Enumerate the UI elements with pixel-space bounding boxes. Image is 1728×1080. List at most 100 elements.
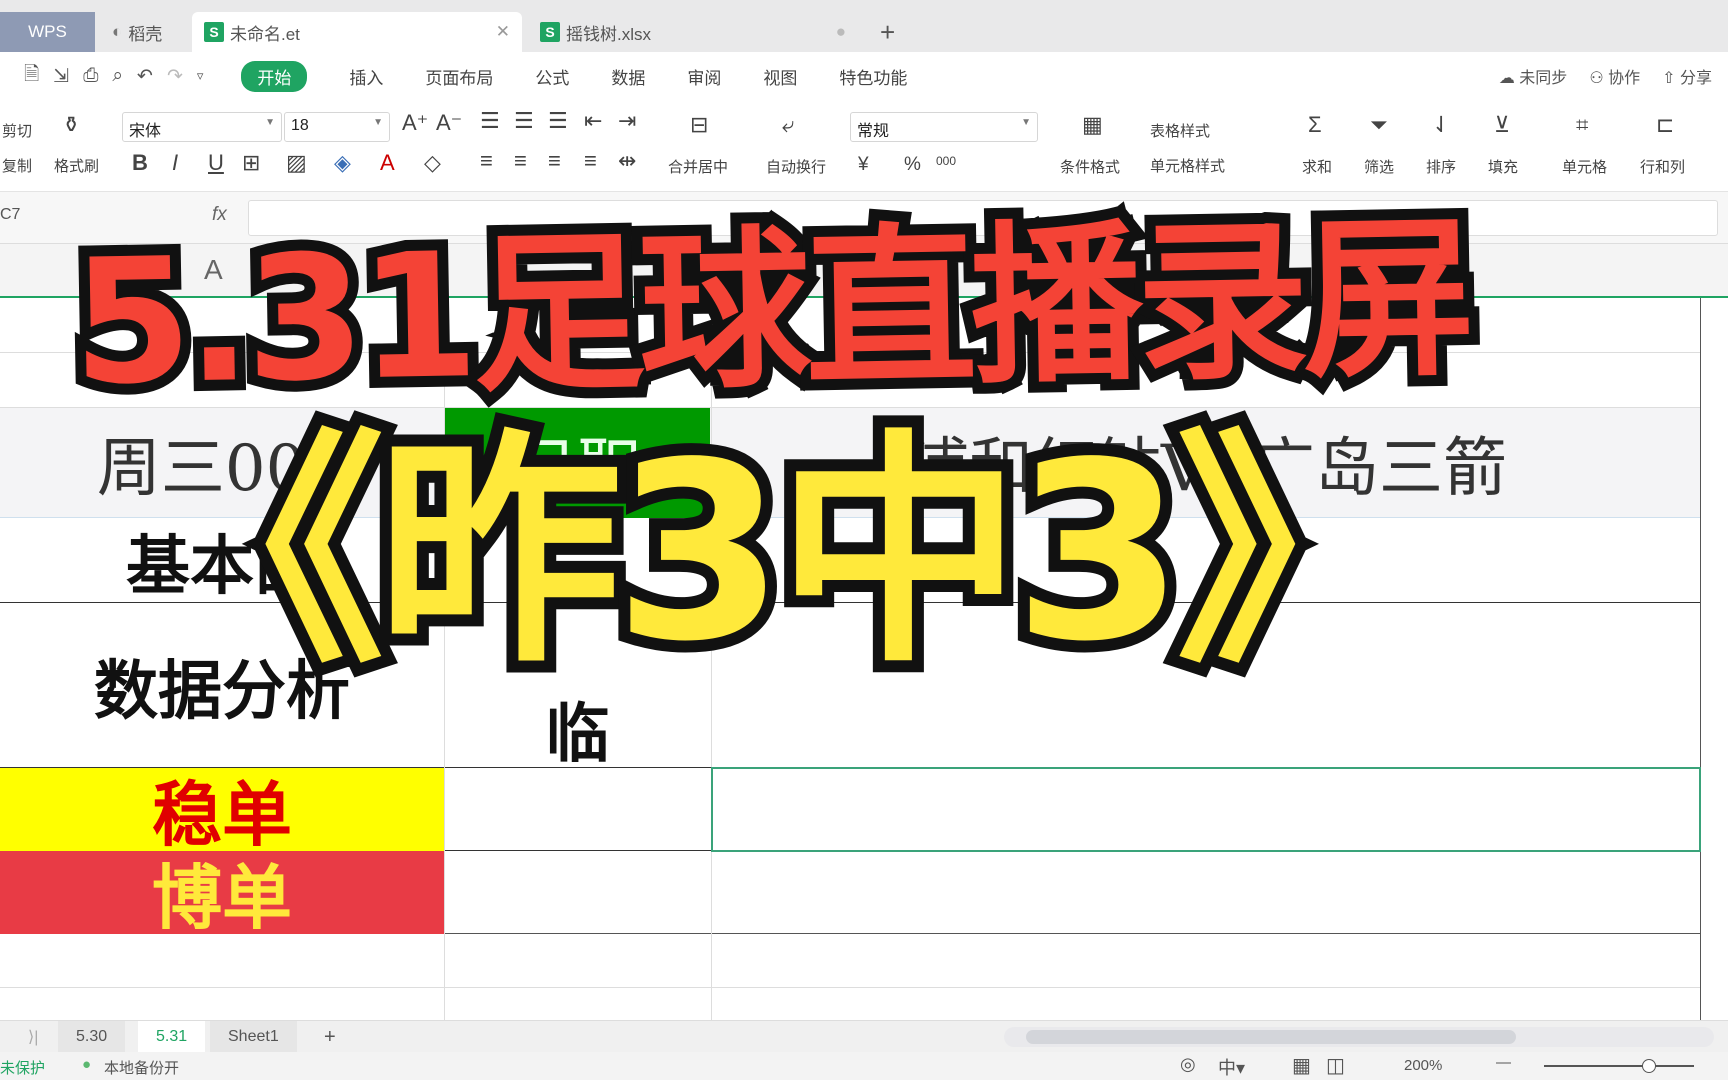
zoom-slider[interactable] [1544,1059,1694,1073]
cut-button[interactable]: 剪切 [2,120,32,141]
filter-icon[interactable]: ⏷ [1370,112,1388,138]
number-format-select[interactable]: 常规 ▼ [850,112,1038,142]
close-icon[interactable]: ✕ [496,22,510,42]
menu-features[interactable]: 特色功能 [839,64,907,89]
indent-decrease-icon[interactable]: ⇤ [584,108,602,134]
number-format-value: 常规 [857,123,890,140]
sheet-tab-5-30[interactable]: 5.30 [58,1021,126,1053]
align-top-icon[interactable]: ☰ [480,108,500,134]
sum-icon[interactable]: Σ [1308,112,1322,138]
export-icon[interactable]: ⇲ [53,65,69,88]
menu-view[interactable]: 视图 [763,64,797,89]
sheet-tab-5-31[interactable]: 5.31 [138,1021,206,1053]
distribute-icon[interactable]: ⇹ [618,148,636,174]
font-color-icon[interactable]: A [380,150,395,176]
tab-daoke[interactable]: ◐ 稻壳 [100,12,192,52]
share-label: 分享 [1679,70,1712,87]
align-middle-icon[interactable]: ☰ [514,108,534,134]
backup-status[interactable]: 本地备份开 [104,1057,179,1078]
menu-data[interactable]: 数据 [611,64,645,89]
sheet-tab-bar: ⟩| 5.30 5.31 Sheet1 + [0,1020,1728,1053]
sync-button[interactable]: ☁ 未同步 [1499,64,1567,88]
menu-formula[interactable]: 公式 [535,64,569,89]
menu-insert[interactable]: 插入 [349,64,383,89]
more-icon[interactable]: ▿ [197,68,204,84]
cell-b5[interactable]: 临 [445,690,710,770]
tab-unnamed[interactable]: S 未命名.et ✕ [192,12,522,52]
cell-reference[interactable]: C7 [0,206,20,224]
status-bar: 未保护 ● 本地备份开 ◎ 中▾ ▦ ◫ 200% — [0,1052,1728,1080]
collab-button[interactable]: ⚇ 协作 [1589,64,1640,88]
cell-a8-risk[interactable]: 博单 [0,851,444,937]
menu-home[interactable]: 开始 [241,60,308,92]
preview-icon[interactable]: ⌕ [112,65,123,87]
overlay-title: 5.31足球直播录屏 [60,187,1482,434]
selected-cell-c7[interactable] [711,767,1701,852]
tab-label: 摇钱树.xlsx [566,24,651,44]
italic-icon[interactable]: I [172,150,178,176]
save-icon[interactable]: 🗎 [24,60,39,92]
tab-yaoqianshu[interactable]: S 摇钱树.xlsx ● [528,12,858,52]
font-size-select[interactable]: 18 ▼ [284,112,390,142]
align-center-icon[interactable]: ≡ [514,148,527,174]
cell-icon[interactable]: ⌗ [1576,112,1588,138]
cond-format-icon[interactable]: ▦ [1082,112,1103,138]
eye-protection-icon[interactable]: ◎ [1180,1054,1196,1075]
fill-style-icon[interactable]: ▨ [286,150,307,176]
align-bottom-icon[interactable]: ☰ [548,108,568,134]
table-style-button[interactable]: 表格样式 [1150,120,1210,141]
layout-icon[interactable]: 中▾ [1218,1054,1245,1080]
zoom-level[interactable]: 200% [1404,1057,1442,1074]
fill-button[interactable]: 填充 [1488,156,1518,177]
tab-label: WPS [28,22,67,41]
font-value: 宋体 [129,123,162,140]
normal-view-icon[interactable]: ▦ [1292,1053,1311,1078]
cell-button[interactable]: 单元格 [1562,156,1607,177]
scrollbar-thumb[interactable] [1026,1030,1516,1044]
clear-icon[interactable]: ◇ [424,150,441,176]
rowcol-icon[interactable]: ⊏ [1656,112,1674,138]
horizontal-scrollbar[interactable] [1004,1027,1714,1047]
collab-label: 协作 [1608,70,1641,87]
font-select[interactable]: 宋体 ▼ [122,112,282,142]
font-increase-icon[interactable]: A⁺ [402,110,428,136]
sort-icon[interactable]: ⇃ [1432,112,1450,138]
undo-icon[interactable]: ↶ [137,65,153,88]
menu-review[interactable]: 审阅 [687,64,721,89]
indent-increase-icon[interactable]: ⇥ [618,108,636,134]
align-right-icon[interactable]: ≡ [548,148,561,174]
bold-icon[interactable]: B [132,150,148,176]
tab-bar: WPS ◐ 稻壳 S 未命名.et ✕ S 摇钱树.xlsx ● + [0,0,1728,52]
daoke-icon: ◐ [112,22,123,41]
share-button[interactable]: ⇧ 分享 [1662,64,1712,88]
border-icon[interactable]: ⊞ [242,150,260,176]
underline-icon[interactable]: U [208,150,224,176]
add-sheet-button[interactable]: + [306,1021,354,1053]
format-painter-icon[interactable]: ⚱ [62,112,80,138]
cell-a7-stable[interactable]: 稳单 [0,768,444,854]
redo-icon[interactable]: ↷ [167,65,183,88]
copy-button[interactable]: 复制 [2,155,32,176]
page-view-icon[interactable]: ◫ [1326,1053,1345,1078]
fill-color-icon[interactable]: ◈ [334,150,351,176]
justify-icon[interactable]: ≡ [584,148,597,174]
sync-label: 未同步 [1519,70,1568,87]
protect-status[interactable]: 未保护 [0,1057,45,1078]
merge-icon[interactable]: ⊟ [690,112,708,138]
align-left-icon[interactable]: ≡ [480,148,493,174]
format-painter-button[interactable]: 格式刷 [54,155,99,176]
wrap-icon[interactable]: ⤶ [782,112,794,138]
print-icon[interactable]: ⎙ [83,65,98,87]
spreadsheet-icon: S [204,22,224,42]
zoom-out-button[interactable]: — [1496,1054,1511,1071]
sheet-nav-icon[interactable]: ⟩| [10,1021,56,1053]
fill-icon[interactable]: ⊻ [1494,112,1510,138]
tab-wps[interactable]: WPS [0,12,95,52]
zoom-slider-handle[interactable] [1642,1059,1656,1073]
rowcol-button[interactable]: 行和列 [1640,156,1685,177]
new-tab-button[interactable]: + [868,12,907,52]
menu-layout[interactable]: 页面布局 [425,64,493,89]
sheet-tab-sheet1[interactable]: Sheet1 [210,1021,297,1053]
overlay-subtitle: 《昨3中3》 [128,410,1433,695]
font-decrease-icon[interactable]: A⁻ [436,110,462,136]
